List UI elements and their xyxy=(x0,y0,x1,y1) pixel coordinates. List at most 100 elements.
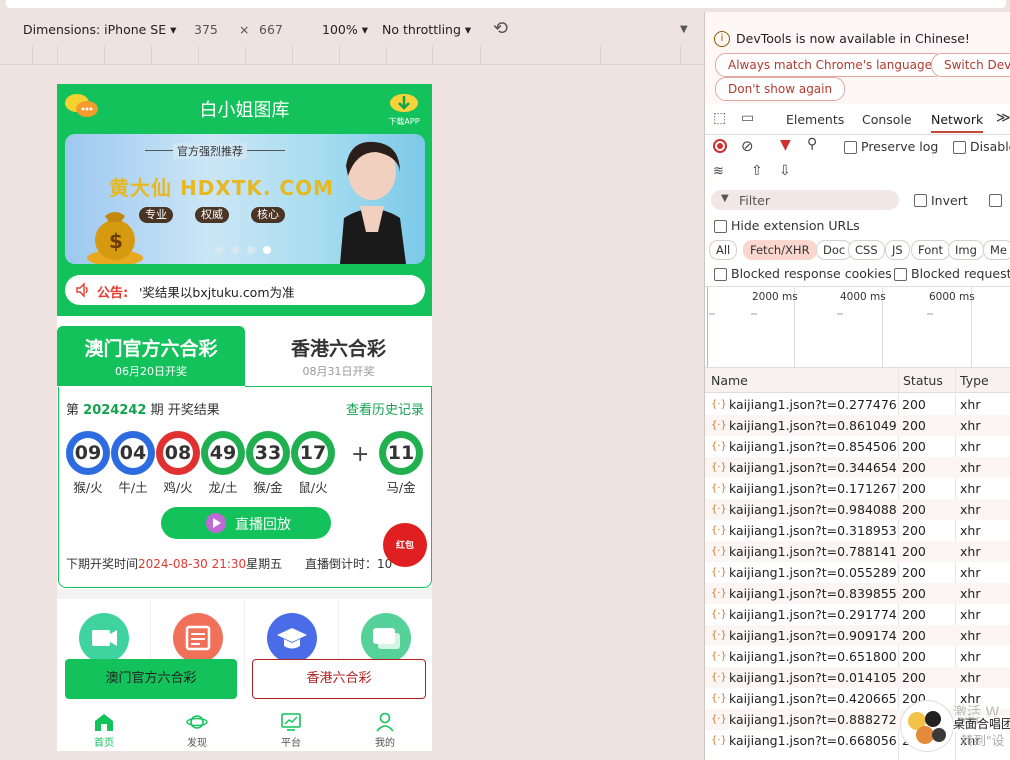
carousel-dot-active[interactable] xyxy=(263,246,271,254)
download-app-button[interactable]: 下载APP xyxy=(384,90,424,126)
network-conditions-icon[interactable]: ≋ xyxy=(713,164,724,179)
filter-chip[interactable]: JS xyxy=(885,240,910,260)
timeline-tick: 4000 ms xyxy=(840,291,886,303)
record-icon[interactable] xyxy=(713,139,727,153)
invert-checkbox[interactable] xyxy=(914,194,927,207)
request-row[interactable]: {·} kaijiang1.json?t=0.277476... 200 xhr xyxy=(705,394,1010,415)
xhr-icon: {·} xyxy=(711,567,727,578)
history-link[interactable]: 查看历史记录 xyxy=(346,399,424,418)
dont-show-again-button[interactable]: Don't show again xyxy=(715,77,846,101)
request-status: 200 xyxy=(902,649,926,664)
request-row[interactable]: {·} kaijiang1.json?t=0.055289... 200 xhr xyxy=(705,562,1010,583)
inspect-icon[interactable]: ⬚ xyxy=(713,110,726,126)
graduation-cap-icon xyxy=(267,613,317,663)
rotate-icon[interactable]: ⟲ xyxy=(493,18,508,39)
request-row[interactable]: {·} kaijiang1.json?t=0.909174... 200 xhr xyxy=(705,625,1010,646)
carousel-dot[interactable] xyxy=(231,246,239,254)
request-status: 200 xyxy=(902,607,926,622)
devtools-panel: i DevTools is now available in Chinese! … xyxy=(704,12,1010,760)
filter-input[interactable]: ▼ Filter xyxy=(711,190,899,210)
request-status: 200 xyxy=(902,544,926,559)
request-row[interactable]: {·} kaijiang1.json?t=0.344654... 200 xhr xyxy=(705,457,1010,478)
request-row[interactable]: {·} kaijiang1.json?t=0.171267... 200 xhr xyxy=(705,478,1010,499)
filter-chip[interactable]: All xyxy=(709,240,738,260)
request-row[interactable]: {·} kaijiang1.json?t=0.318953... 200 xhr xyxy=(705,520,1010,541)
nav-platform[interactable]: 平台 xyxy=(261,712,321,749)
nav-discover[interactable]: 发现 xyxy=(167,712,227,749)
tab-hongkong[interactable]: 香港六合彩 08月31日开奖 xyxy=(245,326,432,387)
filter-chip[interactable]: Doc xyxy=(816,240,853,260)
zoom-label: 100% xyxy=(322,22,358,37)
special-ball: 11 xyxy=(379,431,423,475)
hongkong-lottery-button[interactable]: 香港六合彩 xyxy=(252,659,426,699)
request-status: 200 xyxy=(902,460,926,475)
monitor-chart-icon xyxy=(281,713,301,731)
hide-data-urls-checkbox[interactable] xyxy=(989,194,1002,207)
height-input[interactable]: 667 xyxy=(259,22,283,37)
column-name[interactable]: Name xyxy=(711,373,748,388)
filter-chip[interactable]: CSS xyxy=(848,240,885,260)
tab-elements[interactable]: Elements xyxy=(786,112,844,127)
request-row[interactable]: {·} kaijiang1.json?t=0.839855... 200 xhr xyxy=(705,583,1010,604)
macau-lottery-button[interactable]: 澳门官方六合彩 xyxy=(65,659,237,699)
more-options-icon[interactable]: ▼ xyxy=(680,24,688,35)
request-type: xhr xyxy=(960,649,981,664)
blocked-requests-checkbox[interactable] xyxy=(894,268,907,281)
tab-macau[interactable]: 澳门官方六合彩 06月20日开奖 xyxy=(57,326,245,386)
section-divider xyxy=(57,589,432,599)
carousel-dot[interactable] xyxy=(247,246,255,254)
next-time: 2024-08-30 21:30 xyxy=(138,557,247,571)
clear-icon[interactable]: ⊘ xyxy=(741,137,754,155)
request-name: kaijiang1.json?t=0.420665... xyxy=(729,691,897,706)
times-sign: × xyxy=(239,22,250,37)
device-ruler xyxy=(0,46,704,65)
device-toggle-icon[interactable]: ▭ xyxy=(741,110,754,126)
request-row[interactable]: {·} kaijiang1.json?t=0.788141... 200 xhr xyxy=(705,541,1010,562)
request-status: 200 xyxy=(902,565,926,580)
tab-network[interactable]: Network xyxy=(931,112,984,133)
request-row[interactable]: {·} kaijiang1.json?t=0.854506... 200 xhr xyxy=(705,436,1010,457)
filter-chip[interactable]: Me xyxy=(983,240,1010,260)
disable-cache-checkbox[interactable] xyxy=(953,141,966,154)
export-har-icon[interactable]: ⇩ xyxy=(779,163,791,179)
mascot-widget[interactable] xyxy=(900,700,954,752)
request-row[interactable]: {·} kaijiang1.json?t=0.984088... 200 xhr xyxy=(705,499,1010,520)
always-match-language-button[interactable]: Always match Chrome's language xyxy=(715,53,945,77)
carousel-dot[interactable] xyxy=(215,246,223,254)
hide-extension-urls-checkbox[interactable] xyxy=(714,220,727,233)
request-row[interactable]: {·} kaijiang1.json?t=0.014105... 200 xhr xyxy=(705,667,1010,688)
funnel-icon: ▼ xyxy=(721,193,729,204)
user-icon xyxy=(376,712,394,732)
filter-icon[interactable]: ▼ xyxy=(780,137,791,153)
network-timeline[interactable]: 2000 ms 4000 ms 6000 ms xyxy=(705,286,1010,368)
throttling-select[interactable]: No throttling ▾ xyxy=(382,22,471,37)
filter-chip[interactable]: Img xyxy=(948,240,984,260)
width-input[interactable]: 375 xyxy=(194,22,218,37)
request-row[interactable]: {·} kaijiang1.json?t=0.291774... 200 xhr xyxy=(705,604,1010,625)
xhr-icon: {·} xyxy=(711,651,727,662)
column-type[interactable]: Type xyxy=(960,373,989,388)
filter-chip[interactable]: Fetch/XHR xyxy=(743,240,817,260)
blocked-cookies-checkbox[interactable] xyxy=(714,268,727,281)
column-status[interactable]: Status xyxy=(903,373,943,388)
switch-devtools-button[interactable]: Switch DevT xyxy=(931,53,1010,77)
nav-mine[interactable]: 我的 xyxy=(355,712,415,749)
promo-banner[interactable]: 官方强烈推荐 黄大仙 HDXTK. COM 专业 权威 核心 $ xyxy=(65,134,425,264)
red-packet-badge[interactable]: 红包 xyxy=(383,523,427,567)
request-row[interactable]: {·} kaijiang1.json?t=0.651800... 200 xhr xyxy=(705,646,1010,667)
tab-console[interactable]: Console xyxy=(862,112,912,127)
nav-home[interactable]: 首页 xyxy=(74,712,134,749)
home-icon xyxy=(95,714,113,731)
request-row[interactable]: {·} kaijiang1.json?t=0.861049... 200 xhr xyxy=(705,415,1010,436)
notice-bar[interactable]: 公告: '奖结果以bxjtuku.com为准 xyxy=(65,275,425,305)
search-icon[interactable]: ⚲ xyxy=(807,136,817,152)
preserve-log-checkbox[interactable] xyxy=(844,141,857,154)
dimensions-select[interactable]: Dimensions: iPhone SE ▾ xyxy=(23,22,176,37)
request-type: xhr xyxy=(960,670,981,685)
zoom-select[interactable]: 100% ▾ xyxy=(322,22,368,37)
import-har-icon[interactable]: ⇧ xyxy=(751,163,763,179)
request-type: xhr xyxy=(960,607,981,622)
filter-chip[interactable]: Font xyxy=(911,240,951,260)
more-tabs-icon[interactable]: ≫ xyxy=(996,110,1010,126)
live-replay-button[interactable]: 直播回放 xyxy=(161,507,331,539)
